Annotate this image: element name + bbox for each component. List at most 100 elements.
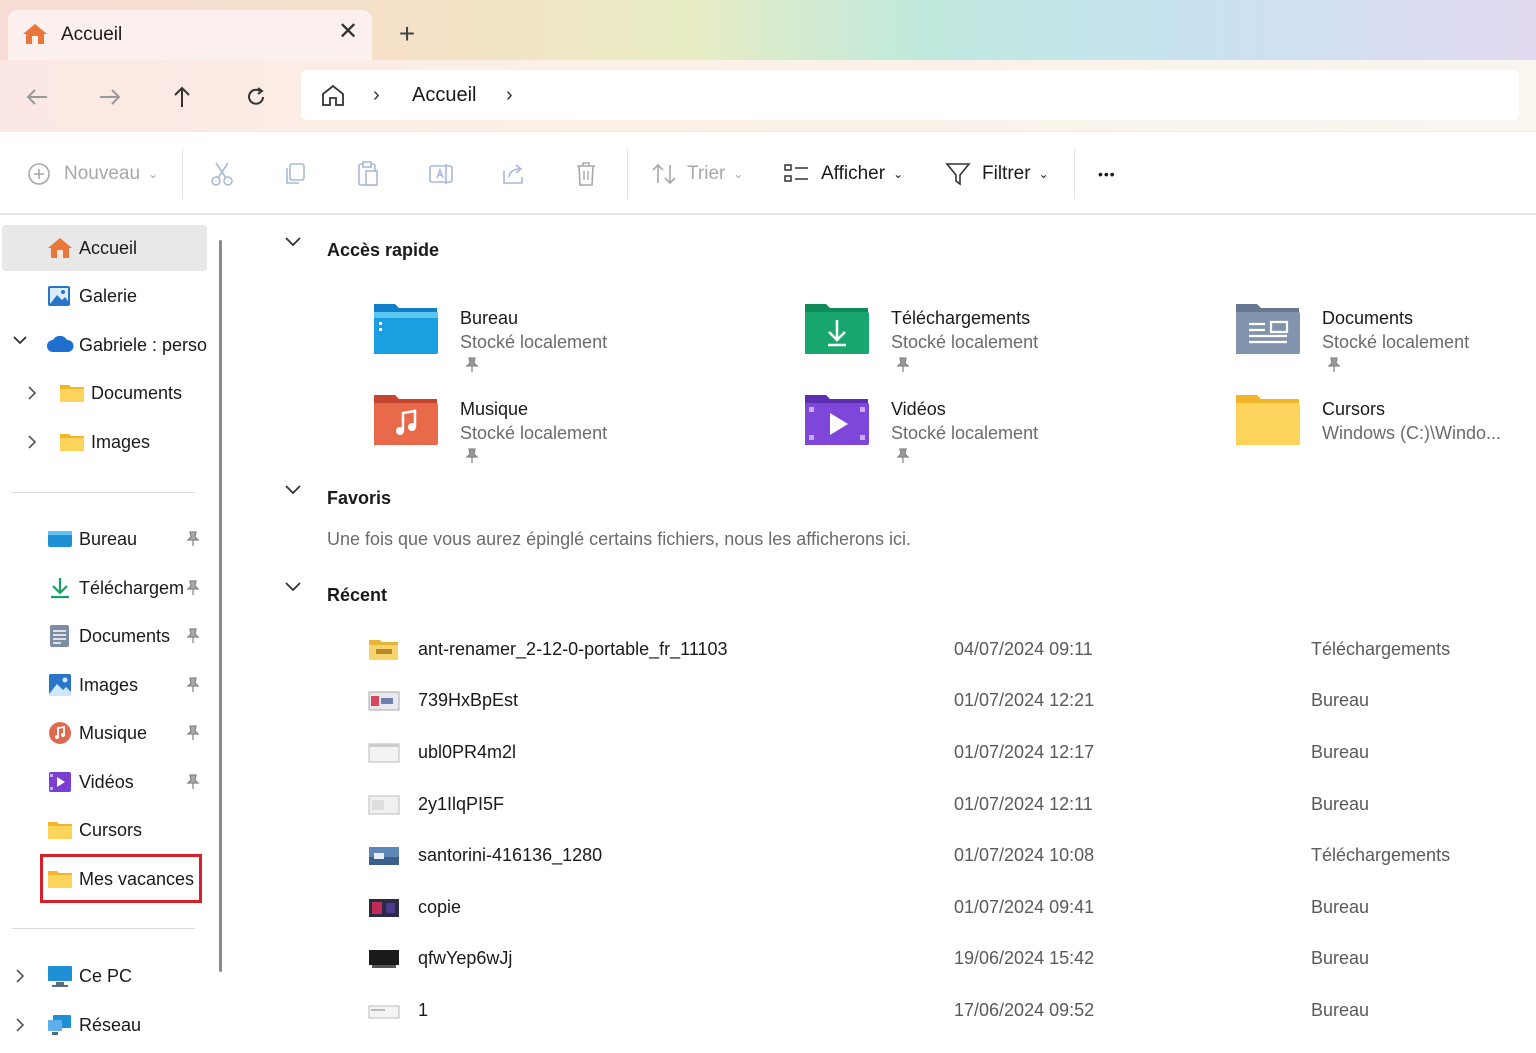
new-tab-button[interactable]: + — [392, 20, 422, 48]
paste-icon[interactable] — [356, 158, 380, 190]
image-thumbnail — [368, 690, 400, 712]
sidebar-item-label: Ce PC — [79, 965, 133, 986]
sidebar-item-accueil[interactable]: Accueil — [2, 225, 207, 271]
quick-access-item-documents[interactable]: Documents Stocké localement — [1235, 300, 1536, 380]
close-tab-icon[interactable]: ✕ — [333, 20, 363, 44]
view-list-icon — [784, 164, 808, 182]
pin-icon[interactable] — [186, 677, 200, 696]
file-name: ant-renamer_2-12-0-portable_fr_11103 — [418, 639, 728, 659]
sidebar-item-musique[interactable]: Musique — [0, 710, 208, 756]
filter-button[interactable]: Filtrer ⌄ — [945, 158, 1049, 190]
breadcrumb-accueil[interactable]: Accueil — [412, 84, 476, 107]
sidebar-item-documents-onedrive[interactable]: Documents — [0, 370, 208, 416]
chevron-down-icon[interactable] — [12, 332, 28, 353]
file-name: 739HxBpEst — [418, 690, 519, 710]
pin-icon[interactable] — [186, 580, 200, 599]
section-title: Accès rapide — [327, 240, 440, 260]
pin-icon[interactable] — [186, 628, 200, 647]
cut-icon[interactable] — [209, 158, 235, 190]
pin-icon — [896, 357, 910, 376]
music-icon — [48, 721, 74, 745]
image-thumbnail — [368, 794, 400, 816]
navigation-bar: › Accueil › — [0, 60, 1536, 132]
pin-icon[interactable] — [186, 531, 200, 550]
tab-accueil[interactable]: Accueil ✕ — [8, 10, 372, 60]
sidebar-item-label: Vidéos — [79, 771, 134, 792]
quick-access-item-bureau[interactable]: Bureau Stocké localement — [373, 300, 793, 380]
downloads-folder-icon — [804, 300, 870, 361]
quick-access-item-cursors[interactable]: Cursors Windows (C:)\Windo... — [1235, 391, 1536, 471]
sidebar-item-onedrive[interactable]: Gabriele : personnel — [0, 322, 208, 368]
sidebar-scrollbar[interactable] — [219, 240, 222, 972]
sidebar-item-telechargements[interactable]: Téléchargements — [0, 565, 208, 611]
sort-button[interactable]: Trier ⌄ — [651, 158, 743, 190]
delete-icon[interactable] — [575, 158, 597, 190]
onedrive-cloud-icon — [46, 334, 74, 358]
filter-label: Filtrer — [982, 163, 1031, 184]
image-thumbnail — [368, 742, 400, 764]
rename-icon[interactable] — [428, 158, 454, 190]
chevron-down-icon[interactable] — [284, 577, 304, 598]
quick-access-item-videos[interactable]: Vidéos Stocké localement — [804, 391, 1224, 471]
recent-file-row[interactable]: ubl0PR4m2l 01/07/2024 12:17 Bureau — [362, 732, 1512, 772]
chevron-down-icon: ⌄ — [733, 167, 744, 181]
recent-file-row[interactable]: 1 17/06/2024 09:52 Bureau — [362, 990, 1512, 1030]
view-button[interactable]: Afficher ⌄ — [784, 158, 903, 190]
chevron-down-icon[interactable] — [284, 480, 304, 501]
sidebar-item-ce-pc[interactable]: Ce PC — [0, 953, 208, 999]
sidebar-item-label: Documents — [91, 382, 183, 403]
sidebar-item-videos[interactable]: Vidéos — [0, 759, 208, 805]
quick-access-item-musique[interactable]: Musique Stocké localement — [373, 391, 793, 471]
address-bar[interactable]: › Accueil › — [301, 70, 1519, 120]
home-outline-icon[interactable] — [320, 83, 346, 112]
file-date: 01/07/2024 10:08 — [954, 845, 1095, 865]
recent-file-row[interactable]: 2y1IlqPI5F 01/07/2024 12:11 Bureau — [362, 784, 1512, 824]
recent-file-row[interactable]: copie 01/07/2024 09:41 Bureau — [362, 887, 1512, 927]
recent-file-row[interactable]: qfwYep6wJj 19/06/2024 15:42 Bureau — [362, 938, 1512, 978]
breadcrumb-separator-chevron[interactable]: › — [506, 84, 513, 107]
more-options-button[interactable]: ••• — [1098, 158, 1116, 190]
sidebar-item-cursors[interactable]: Cursors — [0, 807, 208, 853]
pin-icon[interactable] — [186, 774, 200, 793]
back-arrow-icon[interactable] — [22, 82, 52, 112]
refresh-icon[interactable] — [241, 82, 271, 112]
sidebar-item-galerie[interactable]: Galerie — [0, 273, 208, 319]
chevron-down-icon: ⌄ — [1038, 167, 1049, 181]
sidebar-item-label: Gabriele : personnel — [79, 334, 207, 355]
file-location: Bureau — [1311, 948, 1370, 968]
highlight-annotation-box — [40, 854, 202, 903]
share-icon[interactable] — [501, 158, 527, 190]
sidebar-item-label: Documents — [79, 625, 171, 646]
divider — [627, 149, 628, 199]
item-location: Stocké localement — [460, 423, 608, 443]
recent-file-row[interactable]: 739HxBpEst 01/07/2024 12:21 Bureau — [362, 680, 1512, 720]
item-name: Vidéos — [891, 399, 946, 419]
sidebar-item-bureau[interactable]: Bureau — [0, 516, 208, 562]
sidebar-item-documents[interactable]: Documents — [0, 613, 208, 659]
up-arrow-icon[interactable] — [167, 82, 197, 112]
item-location: Windows (C:)\Windo... — [1322, 423, 1502, 443]
sidebar-item-images[interactable]: Images — [0, 662, 208, 708]
recent-file-row[interactable]: ant-renamer_2-12-0-portable_fr_11103 04/… — [362, 629, 1512, 669]
folder-icon — [1235, 391, 1301, 452]
file-date: 01/07/2024 12:17 — [954, 742, 1095, 762]
quick-access-item-telechargements[interactable]: Téléchargements Stocké localement — [804, 300, 1224, 380]
pictures-icon — [48, 673, 74, 697]
pin-icon[interactable] — [186, 725, 200, 744]
forward-arrow-icon[interactable] — [95, 82, 125, 112]
new-button[interactable]: Nouveau ⌄ — [27, 158, 158, 190]
chevron-right-icon[interactable] — [14, 1017, 26, 1038]
file-name: ubl0PR4m2l — [418, 742, 517, 762]
sidebar-item-label: Galerie — [79, 285, 138, 306]
copy-icon[interactable] — [283, 158, 307, 190]
chevron-right-icon[interactable] — [14, 968, 26, 989]
chevron-down-icon[interactable] — [284, 232, 304, 253]
view-label: Afficher — [821, 163, 886, 184]
pin-icon — [465, 448, 479, 467]
recent-file-row[interactable]: santorini-416136_1280 01/07/2024 10:08 T… — [362, 835, 1512, 875]
chevron-right-icon[interactable] — [26, 385, 38, 406]
sidebar-item-reseau[interactable]: Réseau — [0, 1002, 208, 1048]
chevron-right-icon[interactable] — [26, 434, 38, 455]
sidebar-item-images-onedrive[interactable]: Images — [0, 419, 208, 465]
videos-icon — [48, 770, 74, 794]
